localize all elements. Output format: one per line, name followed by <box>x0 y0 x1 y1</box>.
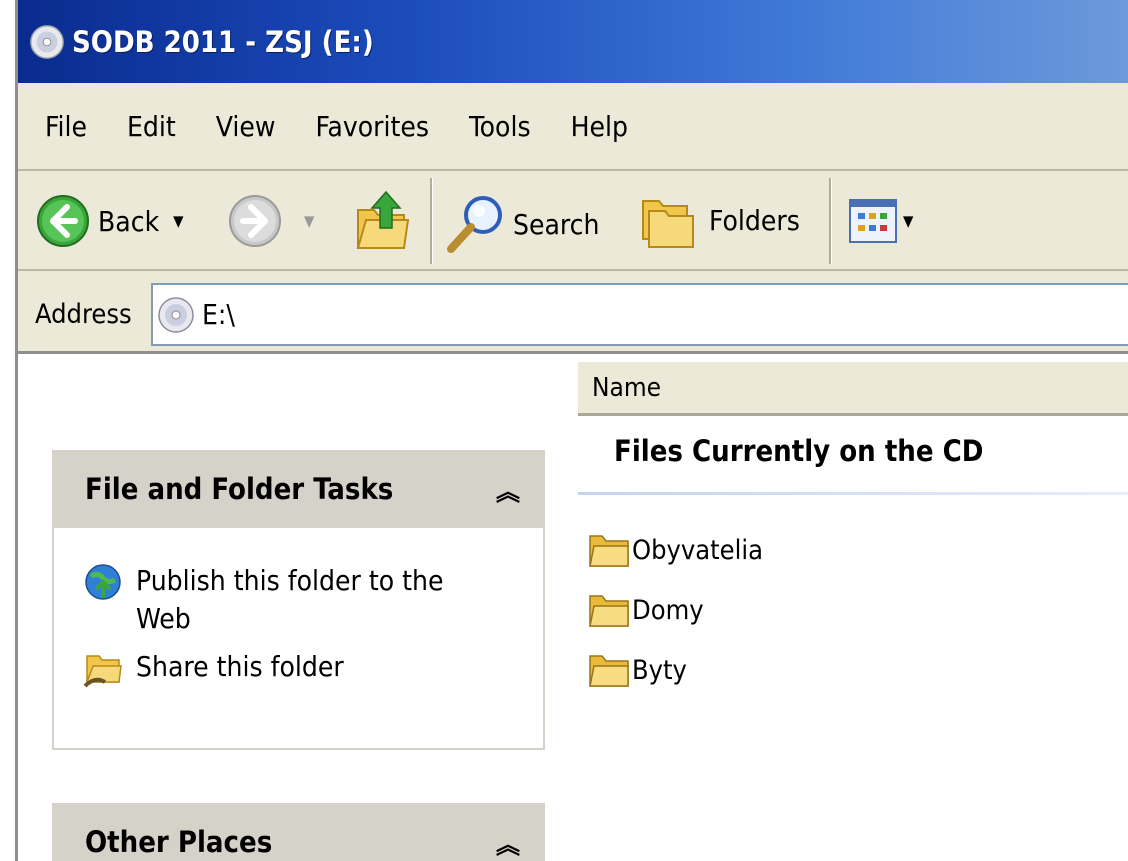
folders-icon <box>642 200 694 248</box>
group-header: Files Currently on the CD <box>614 434 984 468</box>
menu-help[interactable]: Help <box>571 110 628 143</box>
other-places-panel: Other Places ︽ <box>52 803 545 861</box>
file-folder-tasks-panel: File and Folder Tasks ︽ Publish this fol… <box>52 450 545 750</box>
search-button[interactable]: Search <box>443 191 600 257</box>
up-folder-button[interactable] <box>354 188 410 252</box>
cd-drive-icon <box>158 296 194 333</box>
column-header-name[interactable]: Name <box>578 362 1128 416</box>
forward-arrow-icon <box>229 195 281 247</box>
back-label: Back <box>98 204 160 238</box>
toolbar-separator <box>430 178 433 264</box>
explorer-window: SODB 2011 - ZSJ (E:) File Edit View Favo… <box>15 0 1128 861</box>
back-button[interactable]: Back ▼ <box>36 194 184 248</box>
folder-icon <box>589 595 629 627</box>
share-folder-task[interactable]: Share this folder <box>83 648 466 688</box>
panel-title: Other Places <box>85 825 273 859</box>
back-dropdown-icon[interactable]: ▼ <box>173 212 183 230</box>
collapse-chevron-icon[interactable]: ︽ <box>496 825 520 860</box>
folder-item[interactable]: Obyvatelia <box>588 532 763 568</box>
folder-name: Domy <box>632 594 704 626</box>
toolbar: Back ▼ ▼ Search Folders ▼ <box>18 171 1128 271</box>
globe-publish-icon <box>85 564 121 600</box>
forward-dropdown-icon[interactable]: ▼ <box>304 212 314 230</box>
address-bar: Address E:\ <box>18 271 1128 354</box>
task-label: Publish this folder to the Web <box>136 564 444 635</box>
publish-folder-task[interactable]: Publish this folder to the Web <box>83 562 466 638</box>
folder-icon <box>589 655 629 687</box>
content-area: File and Folder Tasks ︽ Publish this fol… <box>18 354 1128 861</box>
search-label: Search <box>513 207 600 241</box>
folder-item[interactable]: Byty <box>588 652 687 688</box>
address-input[interactable]: E:\ <box>151 283 1128 346</box>
folder-name: Obyvatelia <box>632 534 764 566</box>
forward-button[interactable]: ▼ <box>228 194 314 248</box>
share-folder-icon <box>83 655 122 688</box>
address-value: E:\ <box>202 298 235 331</box>
address-label: Address <box>35 299 132 330</box>
folders-label: Folders <box>709 203 800 237</box>
folder-icon <box>589 535 629 567</box>
toolbar-separator <box>829 178 832 264</box>
panel-body: Publish this folder to the Web Share thi… <box>52 528 545 750</box>
views-icon <box>849 199 897 243</box>
search-magnifier-icon <box>447 196 502 253</box>
task-label: Share this folder <box>136 650 344 683</box>
up-folder-icon <box>356 190 410 249</box>
views-dropdown-icon[interactable]: ▼ <box>903 212 913 230</box>
menu-tools[interactable]: Tools <box>469 110 531 143</box>
folder-item[interactable]: Domy <box>588 592 704 628</box>
views-button[interactable]: ▼ <box>849 199 913 243</box>
folders-button[interactable]: Folders <box>637 189 800 251</box>
panel-header[interactable]: Other Places ︽ <box>52 803 545 861</box>
back-arrow-icon <box>37 195 89 247</box>
group-divider <box>578 492 1128 495</box>
cd-drive-icon <box>30 24 64 59</box>
menu-view[interactable]: View <box>216 110 276 143</box>
panel-header[interactable]: File and Folder Tasks ︽ <box>52 450 545 528</box>
file-list: Name Files Currently on the CD Obyvateli… <box>578 362 1128 687</box>
menu-favorites[interactable]: Favorites <box>315 110 429 143</box>
title-bar[interactable]: SODB 2011 - ZSJ (E:) <box>18 0 1128 83</box>
column-label: Name <box>592 372 662 403</box>
folder-name: Byty <box>632 654 687 686</box>
menu-edit[interactable]: Edit <box>127 110 176 143</box>
collapse-chevron-icon[interactable]: ︽ <box>496 472 520 507</box>
menu-file[interactable]: File <box>45 110 87 143</box>
window-title: SODB 2011 - ZSJ (E:) <box>72 24 374 59</box>
menu-bar: File Edit View Favorites Tools Help <box>18 83 1128 171</box>
panel-title: File and Folder Tasks <box>85 472 394 506</box>
